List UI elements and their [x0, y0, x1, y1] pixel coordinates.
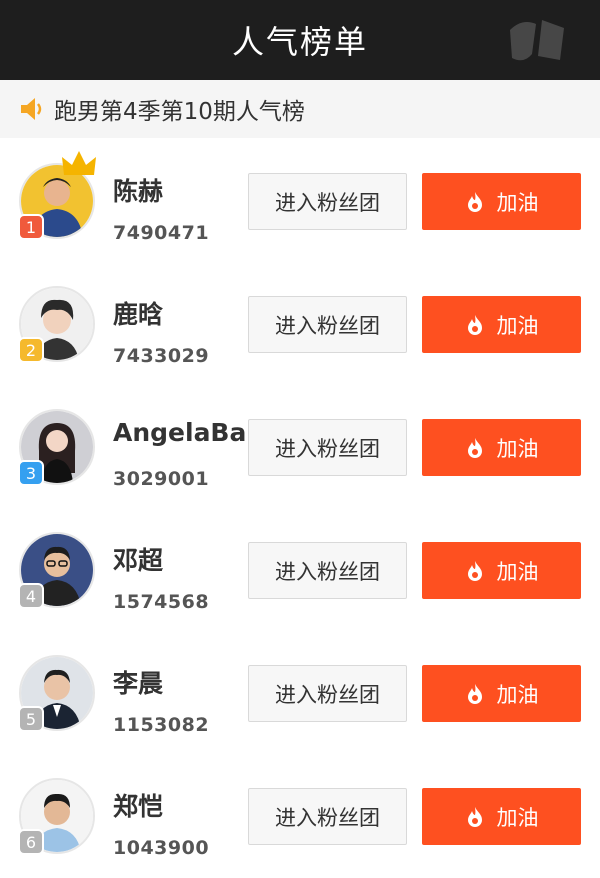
list-item: 5 李晨 1153082 进入粉丝团 加油	[0, 632, 600, 755]
fire-icon	[467, 191, 482, 212]
avatar-container: 2	[18, 286, 95, 363]
popularity-score: 1043900	[113, 837, 210, 859]
fire-icon	[467, 437, 482, 458]
popularity-score: 3029001	[113, 468, 210, 490]
fire-icon	[467, 560, 482, 581]
join-fan-club-button[interactable]: 进入粉丝团	[248, 296, 407, 353]
cheer-button[interactable]: 加油	[422, 665, 581, 722]
fire-icon	[467, 806, 482, 827]
watermark-logo-icon	[510, 20, 564, 61]
popularity-score: 1574568	[113, 591, 210, 613]
popularity-score: 7433029	[113, 345, 210, 367]
rank-badge: 3	[18, 460, 44, 486]
popularity-score: 1153082	[113, 714, 210, 736]
cheer-label: 加油	[496, 313, 539, 338]
crown-icon	[62, 151, 96, 175]
star-name: 郑恺	[113, 792, 164, 821]
cheer-button[interactable]: 加油	[422, 542, 581, 599]
episode-title: 跑男第4季第10期人气榜	[54, 99, 305, 125]
join-fan-club-button[interactable]: 进入粉丝团	[248, 665, 407, 722]
rank-badge: 1	[18, 214, 44, 240]
join-fan-club-button[interactable]: 进入粉丝团	[248, 788, 407, 845]
star-name: 邓超	[113, 546, 164, 575]
speaker-icon	[21, 98, 42, 120]
cheer-label: 加油	[496, 805, 539, 830]
join-fan-club-button[interactable]: 进入粉丝团	[248, 542, 407, 599]
avatar-container: 4	[18, 532, 95, 609]
page-title: 人气榜单	[231, 23, 368, 61]
list-item: 4 邓超 1574568 进入粉丝团 加油	[0, 509, 600, 632]
avatar-container: 5	[18, 655, 95, 732]
list-item: 3 AngelaBab 3029001 进入粉丝团 加油	[0, 386, 600, 509]
ranking-list: 1 陈赫 7490471 进入粉丝团 加油 2 鹿晗 7433029 进入粉丝团	[0, 140, 600, 878]
cheer-button[interactable]: 加油	[422, 788, 581, 845]
avatar-container: 6	[18, 778, 95, 855]
avatar-container: 1	[18, 151, 96, 240]
avatar-container: 3	[18, 409, 95, 486]
popularity-score: 7490471	[113, 222, 210, 244]
star-name: 陈赫	[113, 177, 164, 206]
rank-badge: 4	[18, 583, 44, 609]
list-item: 2 鹿晗 7433029 进入粉丝团 加油	[0, 263, 600, 386]
star-name: AngelaBab	[113, 418, 249, 447]
cheer-label: 加油	[496, 682, 539, 707]
cheer-button[interactable]: 加油	[422, 296, 581, 353]
cheer-label: 加油	[496, 190, 539, 215]
rank-badge: 6	[18, 829, 44, 855]
star-name: 鹿晗	[113, 300, 164, 329]
join-fan-club-button[interactable]: 进入粉丝团	[248, 419, 407, 476]
cheer-label: 加油	[496, 559, 539, 584]
rank-badge: 2	[18, 337, 44, 363]
list-item: 6 郑恺 1043900 进入粉丝团 加油	[0, 755, 600, 878]
rank-badge: 5	[18, 706, 44, 732]
cheer-button[interactable]: 加油	[422, 173, 581, 230]
fire-icon	[467, 314, 482, 335]
fire-icon	[467, 683, 482, 704]
cheer-label: 加油	[496, 436, 539, 461]
join-fan-club-button[interactable]: 进入粉丝团	[248, 173, 407, 230]
list-item: 1 陈赫 7490471 进入粉丝团 加油	[0, 140, 600, 263]
top-header: 人气榜单	[0, 0, 600, 80]
cheer-button[interactable]: 加油	[422, 419, 581, 476]
episode-banner: 跑男第4季第10期人气榜	[0, 80, 600, 138]
star-name: 李晨	[113, 669, 164, 698]
